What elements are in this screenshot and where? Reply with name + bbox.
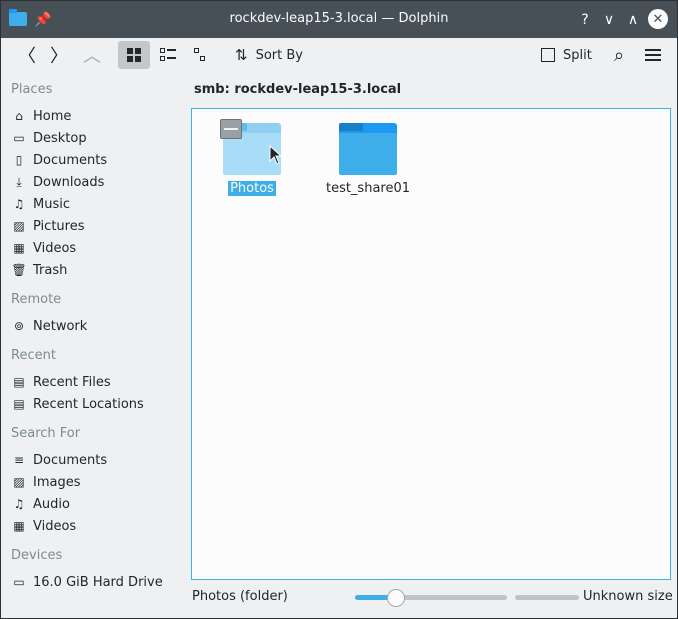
- sidebar-item-label: Recent Files: [33, 374, 111, 390]
- sidebar-item-label: Network: [33, 318, 88, 334]
- zoom-slider[interactable]: [355, 589, 507, 607]
- maximize-button[interactable]: ∧: [623, 10, 643, 30]
- free-space-label: Unknown size: [583, 589, 673, 604]
- sidebar-item-documents[interactable]: ▯ Documents: [11, 150, 181, 170]
- pictures-icon: ▨: [13, 219, 25, 233]
- file-item-test-share01[interactable]: test_share01: [318, 123, 418, 196]
- sort-by-label: Sort By: [255, 47, 303, 63]
- split-icon: [541, 48, 555, 62]
- sidebar-item-label: Videos: [33, 518, 77, 534]
- hamburger-menu-icon: [645, 49, 661, 61]
- zoom-slider-handle[interactable]: [387, 589, 406, 607]
- file-item-photos[interactable]: Photos: [202, 119, 302, 196]
- forward-button[interactable]: 〉: [45, 41, 73, 69]
- videos-icon: ▦: [13, 241, 25, 255]
- sidebar-item-label: Videos: [33, 240, 77, 256]
- sidebar-item-trash[interactable]: 🗑 Trash: [11, 260, 181, 280]
- dolphin-window: 📌 rockdev-leap15-3.local — Dolphin ? ∨ ∧…: [0, 0, 678, 619]
- details-view-icon: [194, 48, 210, 62]
- home-icon: ⌂: [15, 109, 23, 123]
- sidebar-item-label: Images: [33, 474, 81, 490]
- minimize-button[interactable]: ∨: [599, 10, 619, 30]
- back-button[interactable]: 〈: [13, 41, 41, 69]
- search-button[interactable]: ⌕: [607, 41, 631, 69]
- places-panel: Places ⌂ Home ▭ Desktop ▯ Documents ⤓ Downloads…: [1, 72, 183, 612]
- search-icon: ⌕: [613, 44, 625, 66]
- details-view-button[interactable]: [187, 41, 217, 69]
- places-heading: Places: [11, 82, 53, 97]
- icons-view-icon: [127, 48, 141, 62]
- split-label: Split: [563, 47, 592, 63]
- sidebar-item-pictures[interactable]: ▨ Pictures: [11, 216, 181, 236]
- network-share-emblem-icon: [220, 119, 242, 139]
- compact-view-button[interactable]: [153, 41, 183, 69]
- recent-files-icon: ▤: [13, 375, 25, 389]
- remote-heading: Remote: [11, 292, 62, 307]
- sort-icon: ⇅: [235, 46, 248, 64]
- icons-view-button[interactable]: [118, 41, 150, 69]
- music-icon: ♫: [13, 197, 25, 211]
- sort-by-button[interactable]: ⇅ Sort By: [235, 41, 315, 69]
- main-toolbar: 〈 〉 ︿ ⇅ Sort By Split ⌕: [1, 38, 677, 72]
- up-button[interactable]: ︿: [79, 41, 105, 69]
- file-name: Photos: [228, 181, 276, 196]
- forward-arrow-icon: 〉: [50, 46, 68, 67]
- mouse-cursor-icon: [269, 145, 283, 165]
- sidebar-item-documents[interactable]: ≡ Documents: [11, 450, 181, 470]
- sidebar-item-images[interactable]: ▨ Images: [11, 472, 181, 492]
- sidebar-item-label: Pictures: [33, 218, 85, 234]
- title-bar[interactable]: 📌 rockdev-leap15-3.local — Dolphin ? ∨ ∧…: [1, 1, 677, 38]
- split-button[interactable]: Split: [541, 41, 597, 69]
- sidebar-item-label: Downloads: [33, 174, 105, 190]
- free-space-bar: [515, 595, 579, 600]
- sidebar-item-label: Home: [33, 108, 72, 124]
- sidebar-item-label: Documents: [33, 452, 108, 468]
- desktop-icon: ▭: [13, 131, 25, 145]
- network-icon: ⊚: [13, 319, 25, 333]
- recent-locations-icon: ▤: [13, 397, 25, 411]
- folder-icon: [220, 119, 283, 175]
- sidebar-item-recent-files[interactable]: ▤ Recent Files: [11, 372, 181, 392]
- sidebar-item-label: Recent Locations: [33, 396, 144, 412]
- sidebar-item-recent-locations[interactable]: ▤ Recent Locations: [11, 394, 181, 414]
- close-button[interactable]: ✕: [648, 9, 668, 29]
- sidebar-item-label: 16.0 GiB Hard Drive: [33, 574, 163, 590]
- hard-drive-icon: ▭: [13, 575, 25, 589]
- status-bar: Photos (folder) Unknown size: [191, 586, 673, 608]
- sidebar-item-home[interactable]: ⌂ Home: [11, 106, 181, 126]
- sidebar-item-downloads[interactable]: ⤓ Downloads: [11, 172, 181, 192]
- sidebar-item-label: Documents: [33, 152, 108, 168]
- sidebar-item-16-0-gib-hard-drive[interactable]: ▭ 16.0 GiB Hard Drive: [11, 572, 181, 592]
- devices-heading: Devices: [11, 548, 63, 563]
- location-bar[interactable]: smb: rockdev-leap15-3.local: [194, 82, 401, 97]
- status-info: Photos (folder): [192, 589, 288, 604]
- up-arrow-icon: ︿: [83, 46, 101, 67]
- search-images-icon: ▨: [13, 475, 25, 489]
- search-audio-icon: ♫: [13, 497, 25, 511]
- folder-icon: [339, 123, 397, 175]
- sidebar-item-label: Music: [33, 196, 70, 212]
- sidebar-item-label: Desktop: [33, 130, 87, 146]
- back-arrow-icon: 〈: [18, 46, 36, 67]
- file-view[interactable]: Photos test_share01: [191, 108, 671, 580]
- menu-button[interactable]: [641, 41, 665, 69]
- sidebar-item-music[interactable]: ♫ Music: [11, 194, 181, 214]
- sidebar-item-audio[interactable]: ♫ Audio: [11, 494, 181, 514]
- trash-icon: 🗑: [11, 263, 27, 277]
- search-for-heading: Search For: [11, 426, 81, 441]
- sidebar-item-network[interactable]: ⊚ Network: [11, 316, 181, 336]
- recent-heading: Recent: [11, 348, 56, 363]
- compact-view-icon: [160, 48, 176, 62]
- downloads-icon: ⤓: [16, 174, 22, 189]
- help-button[interactable]: ?: [575, 10, 595, 30]
- sidebar-item-videos[interactable]: ▦ Videos: [11, 238, 181, 258]
- sidebar-item-label: Audio: [33, 496, 70, 512]
- search-videos-icon: ▦: [13, 519, 25, 533]
- sidebar-item-videos[interactable]: ▦ Videos: [11, 516, 181, 536]
- documents-icon: ▯: [15, 153, 23, 167]
- sidebar-item-desktop[interactable]: ▭ Desktop: [11, 128, 181, 148]
- search-documents-icon: ≡: [13, 453, 25, 467]
- sidebar-item-label: Trash: [33, 262, 68, 278]
- file-name: test_share01: [325, 181, 411, 196]
